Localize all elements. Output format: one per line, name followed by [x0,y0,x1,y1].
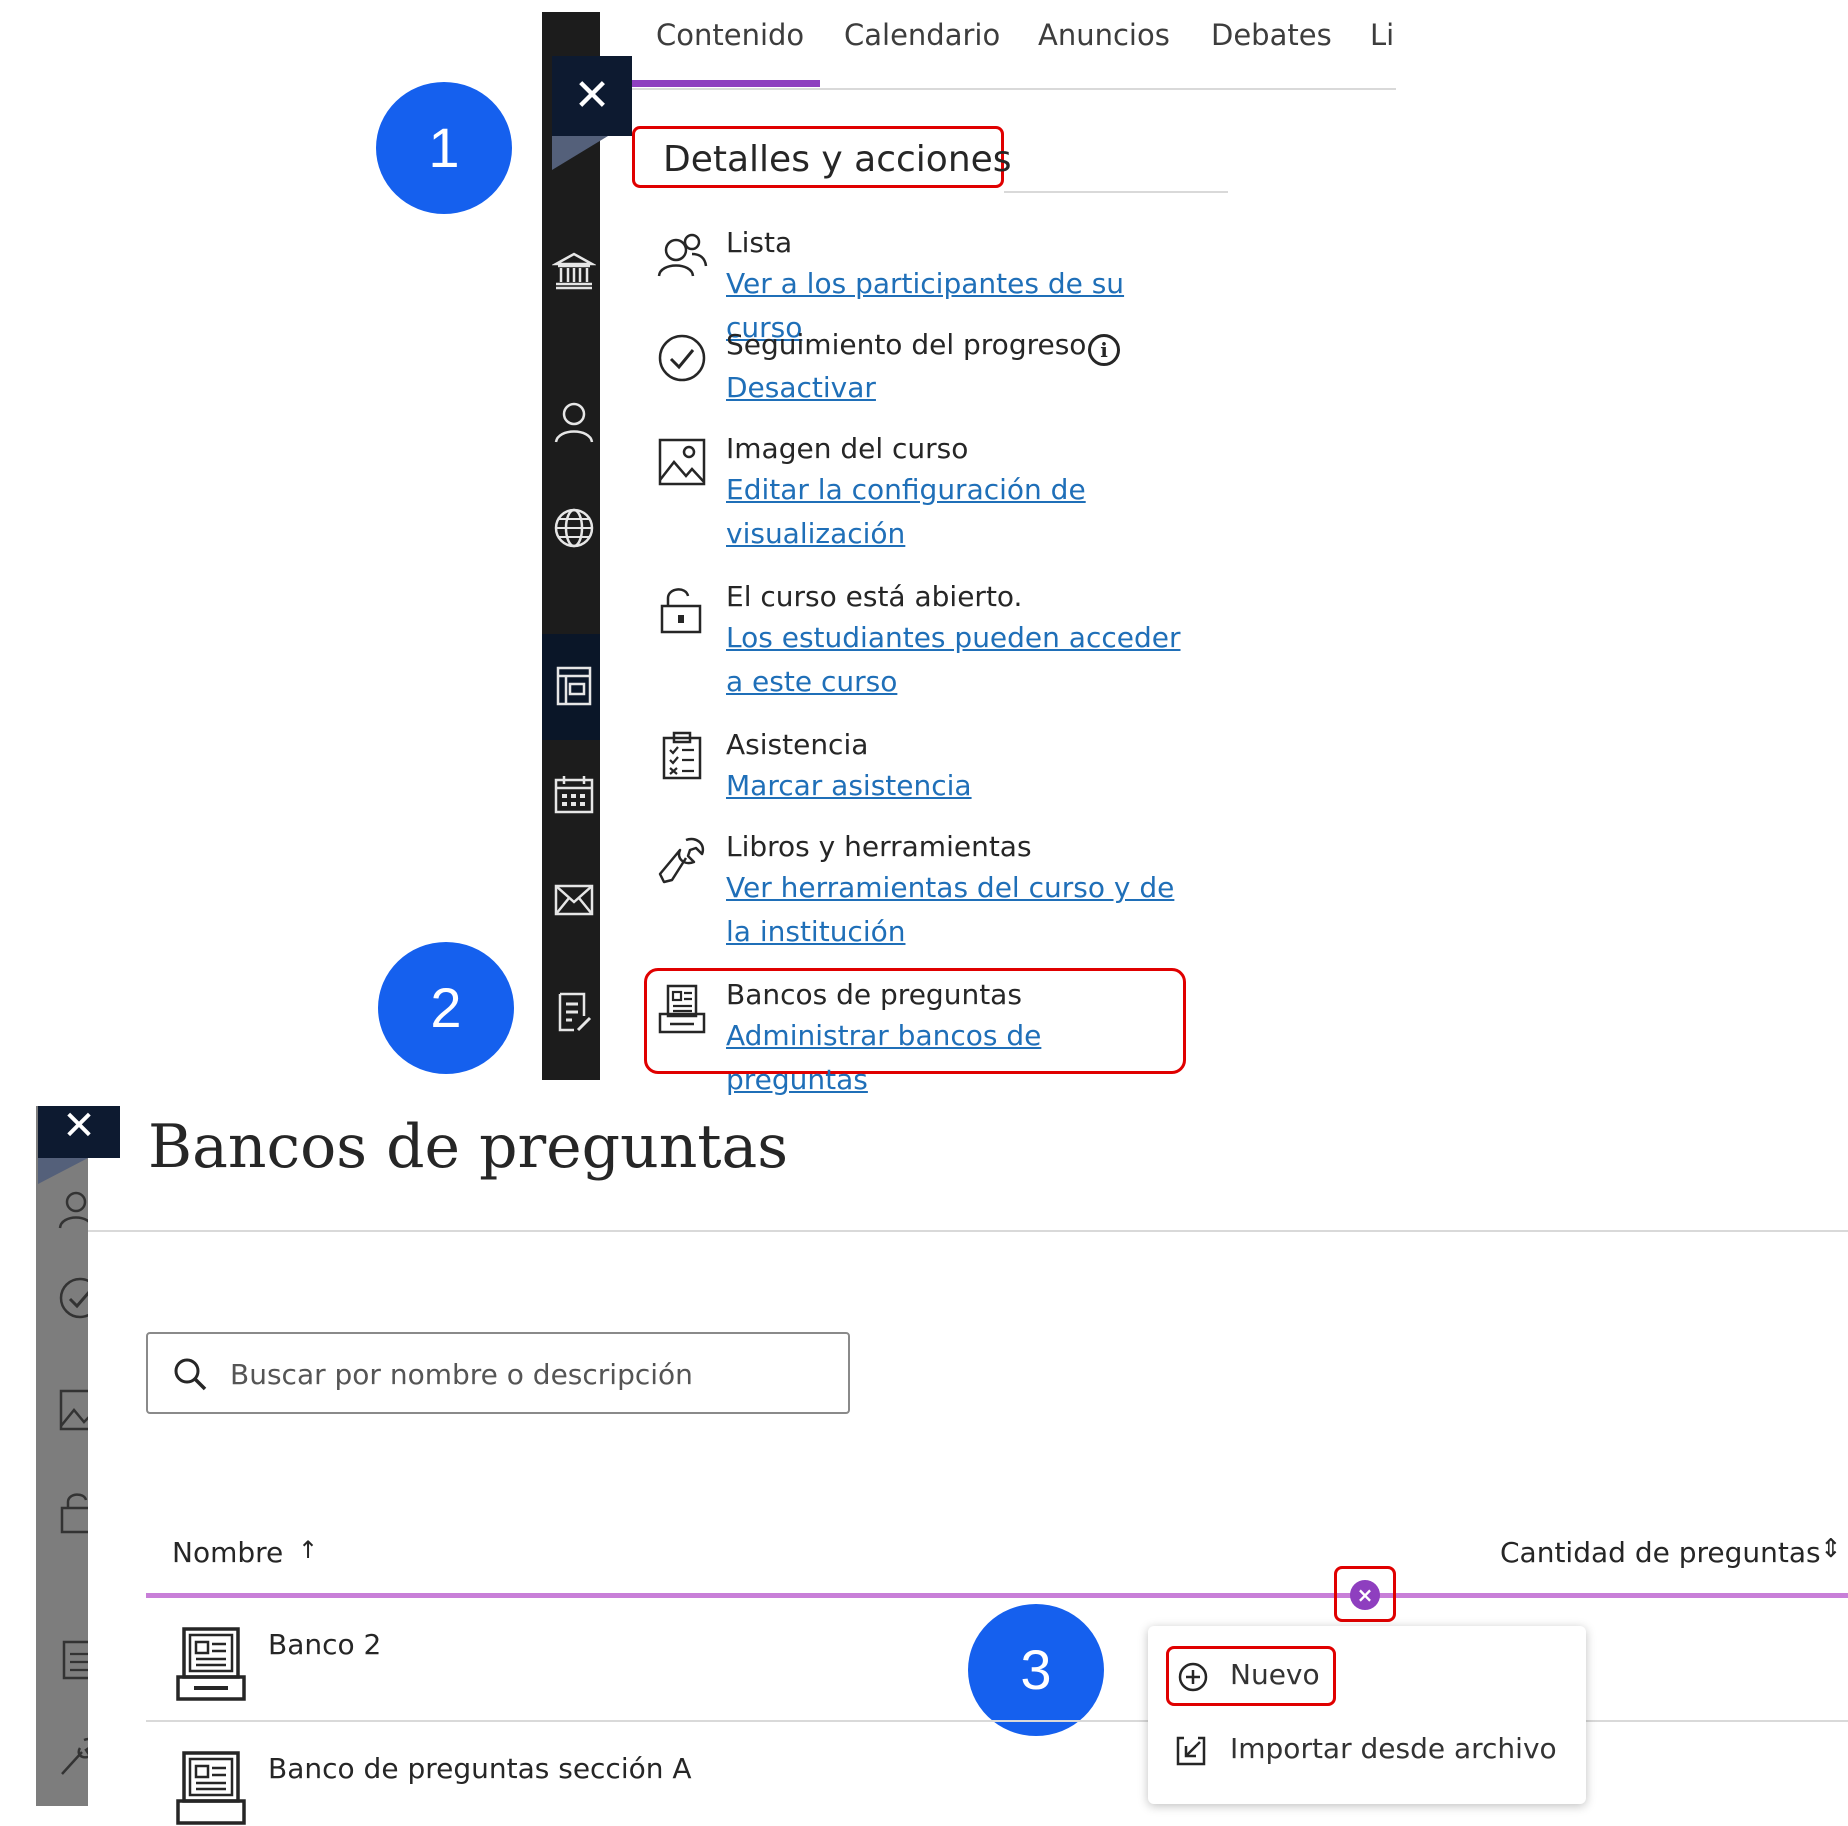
step-badge-3: 3 [968,1604,1104,1736]
item-title-question-banks: Bancos de preguntas [726,978,1022,1011]
item-title-roster: Lista [726,226,793,259]
image-icon [658,438,706,486]
close-panel-button[interactable]: ✕ [38,1106,120,1158]
calendar-icon[interactable] [552,772,596,816]
question-bank-icon [658,984,706,1034]
column-header-name[interactable]: Nombre [172,1536,283,1569]
close-panel-button[interactable]: ✕ [552,56,632,136]
row-divider [146,1720,1848,1722]
mail-icon[interactable] [552,878,596,922]
question-bank-icon [176,1627,246,1701]
tools-link[interactable]: Ver herramientas del curso y de la insti… [726,866,1196,954]
close-button-fold [552,136,608,170]
tab-announcements[interactable]: Anuncios [1038,18,1170,52]
attendance-link[interactable]: Marcar asistencia [726,764,1196,808]
import-icon [1176,1736,1206,1766]
attendance-icon [62,1640,88,1680]
tab-divider [632,88,1396,90]
tab-calendar[interactable]: Calendario [844,18,1000,52]
step-badge-1: 1 [376,82,512,214]
info-icon[interactable]: i [1088,334,1120,366]
attendance-icon [662,731,702,780]
title-divider [88,1230,1848,1232]
wrench-icon [61,1737,88,1775]
user-icon[interactable] [552,400,596,444]
course-sidebar-dimmed [36,1106,88,1806]
item-title-image: Imagen del curso [726,432,969,465]
course-open-link[interactable]: Los estudiantes pueden acceder a este cu… [726,616,1196,704]
menu-item-import[interactable]: Importar desde archivo [1230,1732,1557,1765]
question-bank-icon [176,1751,246,1825]
unlock-icon [60,1493,88,1534]
sort-ascending-icon[interactable]: ↑ [298,1536,318,1564]
item-title-attendance: Asistencia [726,728,869,761]
search-icon [174,1358,207,1391]
globe-icon[interactable] [552,506,596,550]
grades-icon[interactable] [552,990,596,1034]
wrench-icon [658,837,705,884]
plus-circle-icon [1178,1662,1208,1692]
image-icon [59,1389,88,1431]
bank-name-1[interactable]: Banco 2 [268,1628,381,1661]
page-title: Bancos de preguntas [148,1112,789,1182]
roster-icon [657,233,708,277]
details-divider [1004,191,1228,193]
details-heading-highlight: Detalles y acciones [632,126,1012,188]
bank-name-2[interactable]: Banco de preguntas sección A [268,1752,692,1785]
item-title-tools: Libros y herramientas [726,830,1032,863]
unlock-icon [660,588,702,634]
step-badge-2: 2 [378,942,514,1074]
sort-toggle-icon[interactable]: ⇕ [1820,1534,1842,1564]
tab-discussions[interactable]: Debates [1211,18,1332,52]
courses-icon[interactable] [552,664,596,708]
course-sidebar [542,12,600,1080]
search-box[interactable] [146,1332,850,1414]
item-title-open: El curso está abierto. [726,580,1023,613]
tab-content[interactable]: Contenido [656,18,804,52]
course-image-link[interactable]: Editar la configuración de visualización [726,468,1196,556]
active-tab-underline [632,80,820,87]
item-title-progress: Seguimiento del progreso [726,328,1087,361]
manage-question-banks-link[interactable]: Administrar bancos de preguntas [726,1014,1186,1102]
tab-truncated[interactable]: Li [1370,18,1394,52]
details-heading: Detalles y acciones [663,139,1012,180]
menu-item-new[interactable]: Nuevo [1230,1658,1320,1691]
search-input[interactable] [228,1348,832,1400]
add-menu-toggle-icon[interactable]: × [1350,1580,1380,1610]
close-button-fold [38,1158,88,1184]
institution-icon[interactable] [552,248,596,292]
roster-icon [58,1191,88,1229]
check-circle-icon [59,1277,88,1319]
table-header-line [146,1593,1848,1598]
check-circle-icon [658,334,706,382]
progress-tracking-link[interactable]: Desactivar [726,366,1196,410]
column-header-question-count[interactable]: Cantidad de preguntas [1500,1536,1821,1569]
